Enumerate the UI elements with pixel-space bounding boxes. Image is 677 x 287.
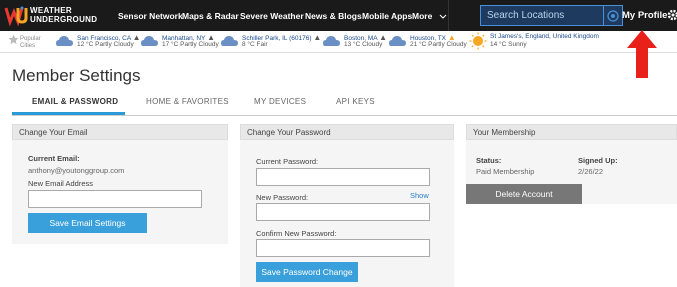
- new-email-label: New Email Address: [28, 179, 94, 188]
- nav-mobile-apps[interactable]: Mobile Apps: [362, 11, 412, 21]
- city-temp: 14 °C Sunny: [490, 41, 527, 48]
- tab-home-favorites[interactable]: HOME & FAVORITES: [146, 97, 229, 106]
- target-icon: [607, 10, 619, 22]
- city-temp: 21 °C Partly Cloudy: [410, 41, 467, 48]
- current-email-label: Current Email:: [28, 154, 80, 163]
- city-name: St James's, England, United Kingdom: [490, 33, 599, 40]
- partly-cloudy-icon: [221, 36, 238, 46]
- chevron-down-icon: [439, 14, 447, 19]
- password-panel-heading: Change Your Password: [240, 124, 454, 140]
- triangle-icon: ▲: [313, 33, 322, 42]
- nav-news-blogs[interactable]: News & Blogs: [305, 11, 362, 21]
- cloudy-icon: [323, 36, 340, 46]
- membership-panel: Your Membership Status: Paid Membership …: [466, 124, 677, 204]
- tab-email-password[interactable]: EMAIL & PASSWORD: [32, 97, 118, 106]
- nav-severe-weather[interactable]: Severe Weather: [240, 11, 304, 21]
- popular-cities-bar: Popular Cities San Francisco, CA ▲ 12 °C…: [0, 31, 677, 53]
- show-password-link[interactable]: Show: [410, 191, 429, 200]
- email-panel-heading: Change Your Email: [12, 124, 228, 140]
- red-arrow-annotation-icon: [627, 30, 657, 78]
- confirm-password-label: Confirm New Password:: [256, 229, 337, 238]
- logo-line-2: UNDERGROUND: [30, 15, 98, 24]
- nav-more-label: More: [412, 11, 433, 21]
- logo-wordmark[interactable]: WEATHER UNDERGROUND: [30, 6, 97, 24]
- tabs-divider: [12, 115, 677, 116]
- top-nav: WEATHER UNDERGROUND Sensor Network Maps …: [0, 0, 677, 31]
- email-panel: Change Your Email Current Email: anthony…: [12, 124, 228, 244]
- settings-tabs: EMAIL & PASSWORD HOME & FAVORITES MY DEV…: [0, 91, 677, 116]
- signed-up-label: Signed Up:: [578, 156, 618, 165]
- status-value: Paid Membership: [476, 167, 535, 176]
- tab-api-keys[interactable]: API KEYS: [336, 97, 375, 106]
- nav-maps-radar[interactable]: Maps & Radar: [182, 11, 239, 21]
- city-temp: 17 °C Partly Cloudy: [162, 41, 219, 48]
- logo-line-1: WEATHER: [30, 6, 72, 15]
- popular-label-line-1: Popular: [20, 36, 41, 42]
- tab-my-devices[interactable]: MY DEVICES: [254, 97, 306, 106]
- city-temp: 12 °C Partly Cloudy: [77, 41, 134, 48]
- gear-icon[interactable]: [666, 8, 677, 22]
- partly-cloudy-icon: [141, 36, 158, 46]
- signed-up-value: 2/26/22: [578, 167, 604, 176]
- search-input[interactable]: Search Locations: [480, 5, 604, 26]
- star-icon[interactable]: [8, 34, 19, 45]
- confirm-password-input[interactable]: [256, 239, 430, 257]
- my-profile-link[interactable]: My Profile: [622, 10, 667, 21]
- save-email-button[interactable]: Save Email Settings: [28, 213, 147, 233]
- save-password-button[interactable]: Save Password Change: [256, 262, 358, 282]
- popular-cities-label: Popular Cities: [20, 36, 41, 50]
- locate-button[interactable]: [604, 5, 623, 26]
- new-password-label: New Password:: [256, 193, 309, 202]
- current-password-label: Current Password:: [256, 157, 319, 166]
- membership-panel-heading: Your Membership: [466, 124, 677, 140]
- popular-label-line-2: Cities: [20, 43, 36, 49]
- partly-cloudy-icon: [389, 36, 406, 46]
- delete-account-button[interactable]: Delete Account: [466, 184, 582, 204]
- new-password-input[interactable]: [256, 203, 430, 221]
- wu-logo-icon[interactable]: [4, 4, 28, 26]
- partly-cloudy-icon: [56, 36, 73, 46]
- nav-more[interactable]: More: [412, 11, 447, 21]
- city-temp: 8 °C Fair: [242, 41, 268, 48]
- sunny-icon: [469, 32, 487, 50]
- nav-sensor-network[interactable]: Sensor Network: [118, 11, 183, 21]
- nav-separator: [448, 0, 449, 31]
- city-temp: 13 °C Cloudy: [344, 41, 383, 48]
- new-email-input[interactable]: [28, 190, 202, 208]
- password-panel: Change Your Password Current Password: N…: [240, 124, 454, 287]
- current-password-input[interactable]: [256, 168, 430, 186]
- current-email-value: anthony@youtonggroup.com: [28, 166, 125, 175]
- status-label: Status:: [476, 156, 502, 165]
- page-title: Member Settings: [12, 66, 141, 85]
